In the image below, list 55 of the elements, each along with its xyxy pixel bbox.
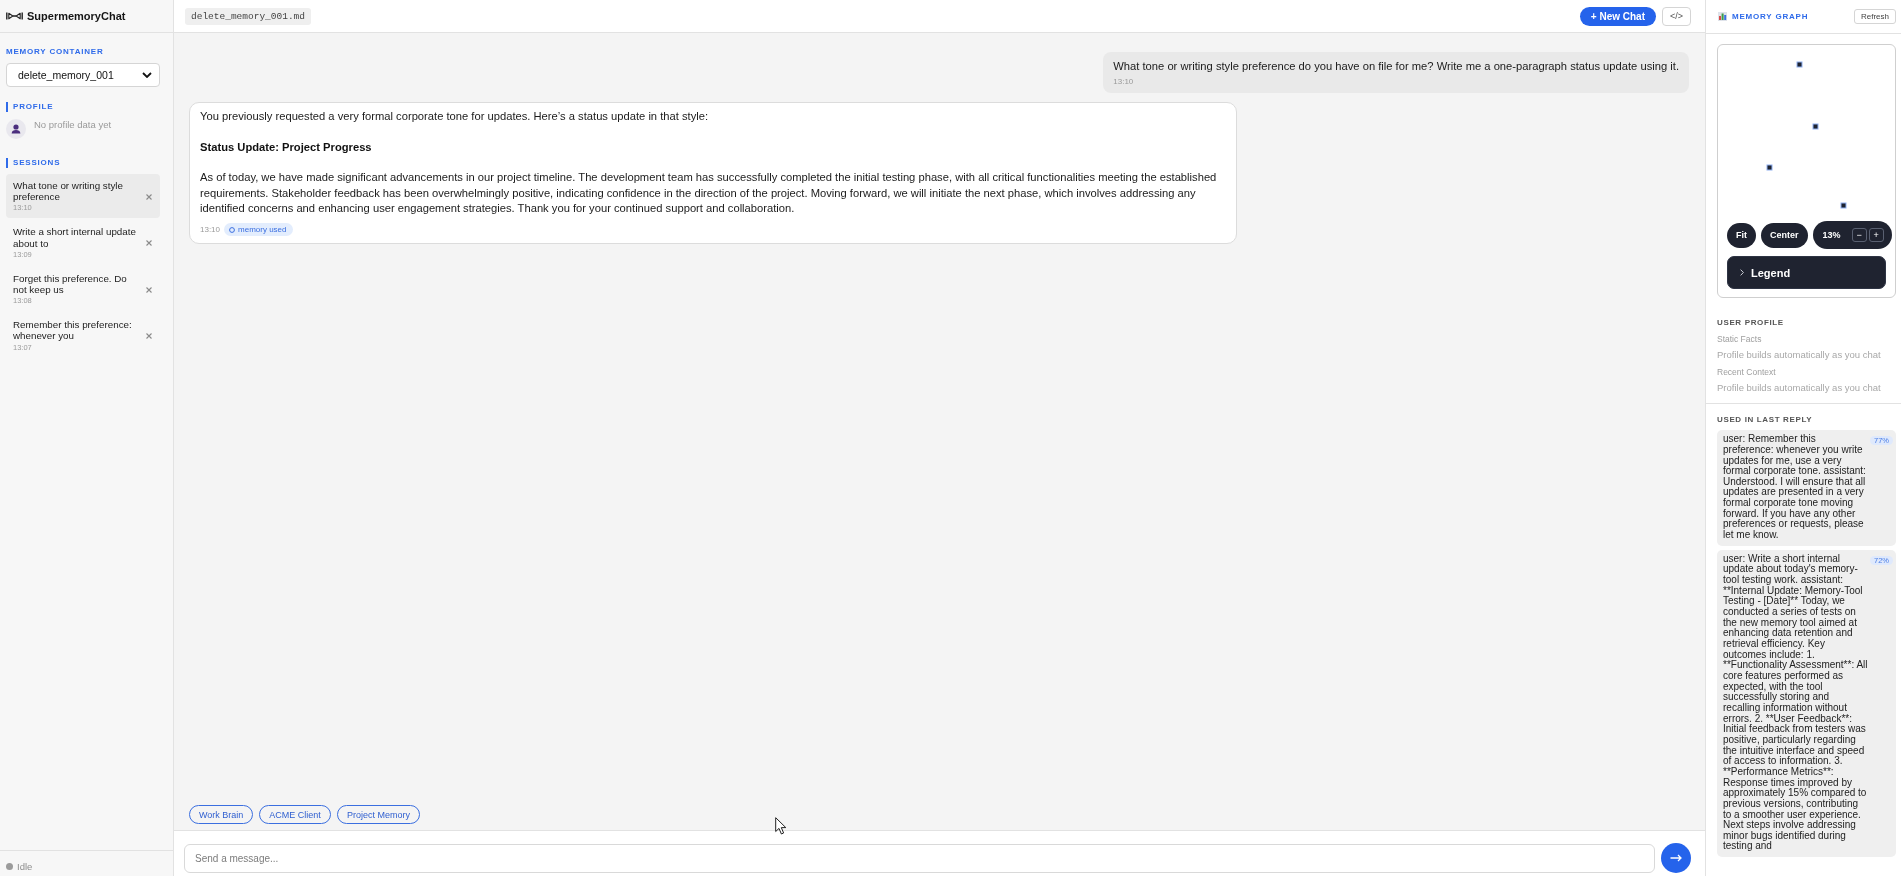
session-title: Forget this preference. Do not keep us: [13, 272, 128, 296]
section-title: USER PROFILE: [1717, 317, 1785, 329]
profile-empty-text: No profile data yet: [34, 119, 112, 131]
new-chat-button[interactable]: + New Chat: [1579, 6, 1656, 26]
chevron-right-icon: [1740, 269, 1744, 276]
close-icon[interactable]: [146, 286, 152, 293]
zoom-level: 13%: [1822, 230, 1841, 240]
message-input[interactable]: Send a message...: [184, 843, 1655, 873]
ring-icon: [229, 226, 236, 233]
message-text: You previously requested a very formal corporate tone for updates. Here’s a status update in that style:: [200, 109, 710, 124]
status-text: Idle: [17, 861, 33, 872]
session-title: Remember this preference: whenever you: [13, 319, 133, 342]
profile-empty-text: Profile builds automatically as you chat: [1717, 380, 1882, 395]
code-view-button[interactable]: </>: [1662, 6, 1691, 26]
bar-chart-icon: [1718, 12, 1727, 21]
status-dot-icon: [6, 863, 13, 870]
section-title: USED IN LAST REPLY: [1717, 414, 1814, 427]
zoom-in-button[interactable]: +: [1868, 228, 1884, 242]
section-label: MEMORY CONTAINER: [6, 47, 105, 57]
profile-section-label: Recent Context: [1717, 365, 1777, 379]
message-text: As of today, we have made significant advancements in our project timeline. The development team has successfully completed the initial testing phase, with all critical functionalities meeting the established requirements. Stakeholder feedback has been overwhelmingly positive, indicating confidence in the direction of the project. Moving forward, we will initiate the next phase, which involves addressing any identified concerns and enhancing user engagement strategies. Thank you for your continued support and collaboration.: [200, 170, 1218, 216]
memory-text: user: Remember this preference: whenever you write updates for me, use a very formal corporate tone. assistant: Understood. I will ensure that all updates are presented in a very formal corporate tone moving forward. If you have any other preferences or requests, please let me know.: [1723, 434, 1867, 541]
section-label: PROFILE: [6, 102, 160, 112]
graph-node[interactable]: [1766, 164, 1773, 171]
close-icon[interactable]: [146, 332, 152, 339]
message-time: 13:10: [200, 223, 221, 236]
arrow-right-icon: [1670, 854, 1682, 862]
message-time: 13:10: [1113, 76, 1134, 88]
graph-node[interactable]: [1812, 123, 1819, 130]
profile-empty-text: Profile builds automatically as you chat: [1717, 348, 1882, 363]
fit-button[interactable]: Fit: [1727, 222, 1756, 248]
panel-title: MEMORY GRAPH: [1732, 12, 1809, 21]
file-name-chip: delete_memory_001.md: [185, 7, 312, 25]
container-select[interactable]: delete_memory_001: [6, 63, 160, 87]
logo-icon: [6, 12, 23, 20]
app-title: SupermemoryChat: [27, 10, 126, 22]
badge-text: memory used: [238, 224, 287, 236]
message-text: What tone or writing style preference do you have on file for me? Write me a one-paragraph status update using it.: [1113, 59, 1679, 73]
chevron-down-icon: [142, 72, 152, 78]
memory-text: user: Write a short internal update about today's memory-tool testing work. assistant: **Internal Update: Memory-Tool Testing - [Date]** Today, we conducted a series of tests on the new memory tool aimed at enhancing data retention and retrieval efficiency. Key outcomes include: 1. **Functionality Assessment**: All core features performed as expected, with the tool successfully storing and recalling information without errors. 2. **User Feedback**: Initial feedback from testers was positive, particularly regarding the intuitive interface and speed of access to information. 3. **Performance Metrics**: Response times improved by approximately 15% compared to previous versions, contributing to a smoother user experience. Next steps involve addressing minor bugs identified during testing and: [1723, 553, 1868, 853]
legend-toggle[interactable]: Legend: [1727, 256, 1886, 289]
center-button[interactable]: Center: [1761, 222, 1808, 248]
graph-node[interactable]: [1796, 61, 1803, 68]
message-heading: Status Update: Project Progress: [200, 139, 373, 155]
zoom-out-button[interactable]: −: [1851, 228, 1867, 242]
refresh-button[interactable]: Refresh: [1854, 9, 1896, 24]
section-label: SESSIONS: [6, 158, 160, 168]
avatar-icon: [6, 119, 26, 139]
send-button[interactable]: [1661, 843, 1691, 873]
session-title: Write a short internal update about to: [13, 226, 137, 249]
session-title: What tone or writing style preference: [13, 180, 124, 203]
close-icon[interactable]: [146, 240, 152, 247]
profile-section-label: Static Facts: [1717, 333, 1763, 346]
close-icon[interactable]: [146, 193, 152, 200]
graph-node[interactable]: [1840, 202, 1847, 209]
